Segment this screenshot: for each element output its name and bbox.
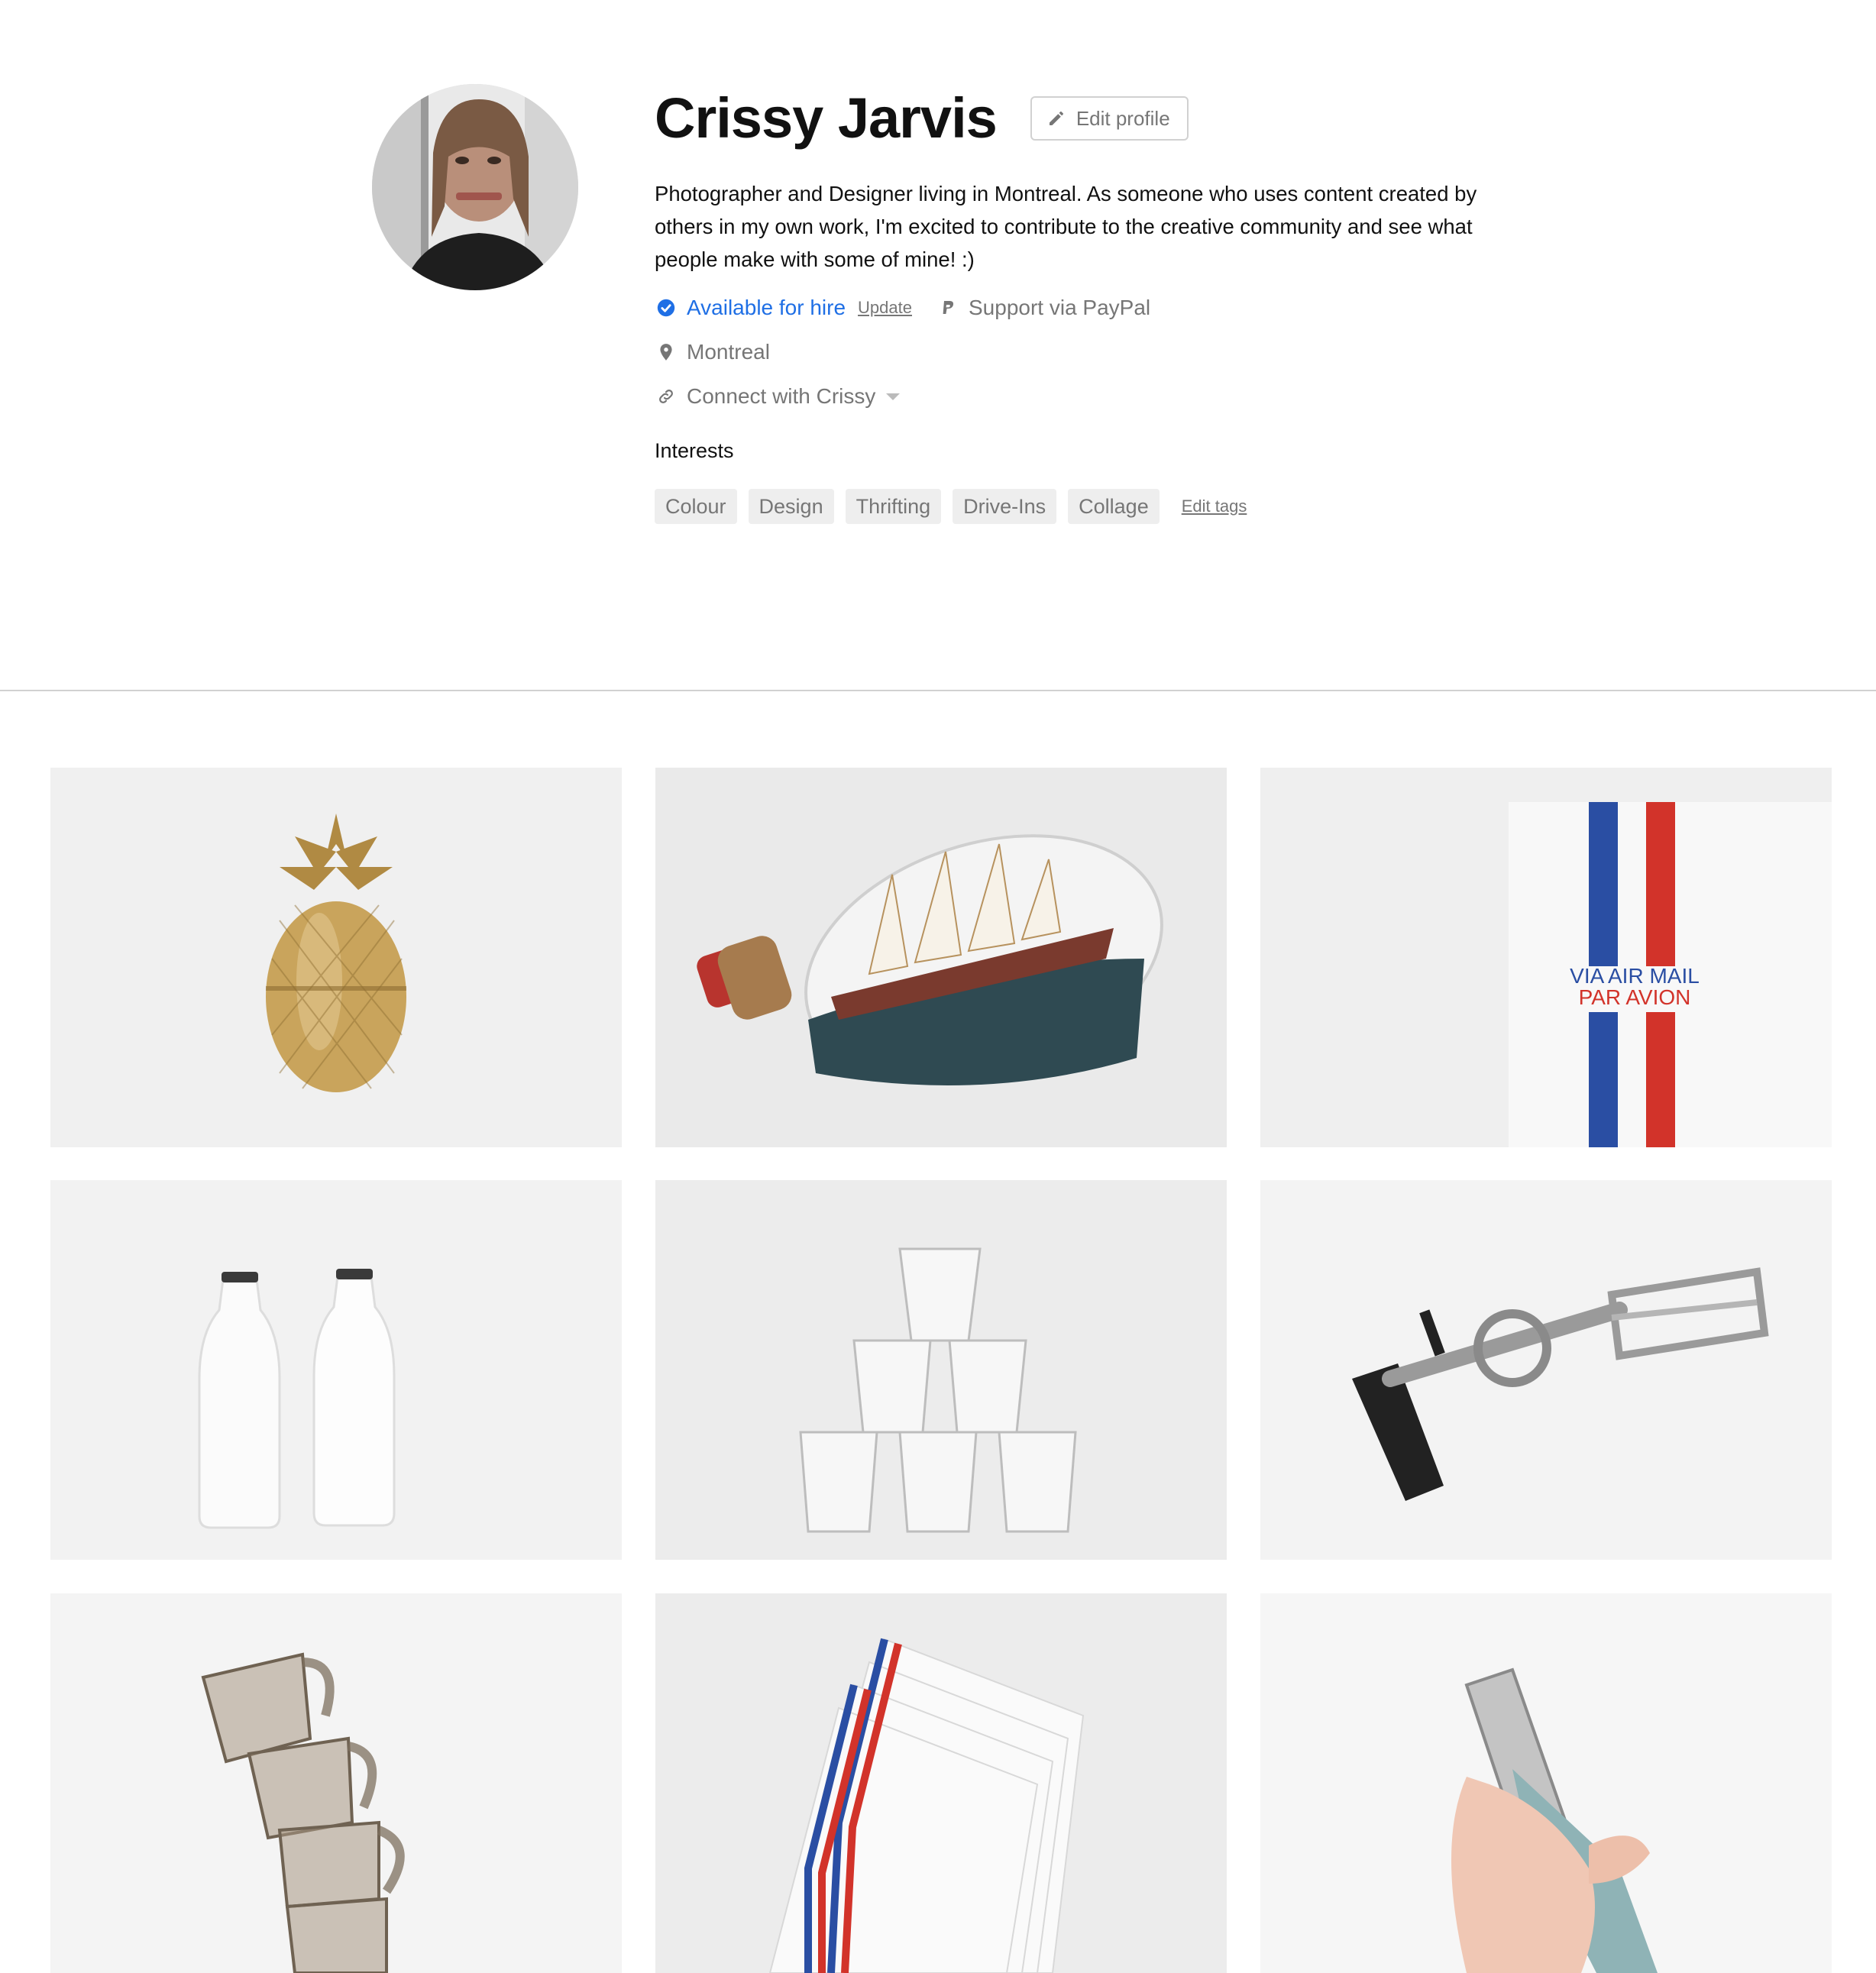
paypal-icon	[936, 296, 959, 319]
section-divider	[0, 690, 1876, 691]
paypal-label: Support via PayPal	[969, 296, 1151, 319]
stacked-glasses-photo	[655, 1180, 1227, 1560]
photo-tile-pineapple[interactable]	[50, 768, 622, 1147]
paypal-link[interactable]: Support via PayPal	[936, 296, 1150, 320]
location-text: Montreal	[687, 340, 770, 364]
tag-collage[interactable]: Collage	[1068, 489, 1160, 524]
egg-beater-photo	[1260, 1180, 1832, 1560]
connect-label: Connect with Crissy	[687, 384, 876, 408]
location-pin-icon	[655, 341, 678, 364]
tag-design[interactable]: Design	[748, 489, 834, 524]
location-row: Montreal	[655, 337, 1510, 367]
pineapple-photo	[50, 768, 622, 1147]
photo-tile-airmail[interactable]: VIA AIR MAIL PAR AVION	[1260, 768, 1832, 1147]
profile-info: Crissy Jarvis Edit profile Photographer …	[655, 84, 1510, 524]
update-link[interactable]: Update	[858, 298, 912, 318]
verified-check-icon	[655, 296, 678, 319]
photo-tile-glasses[interactable]	[655, 1180, 1227, 1560]
profile-header: Crissy Jarvis Edit profile Photographer …	[0, 0, 1876, 690]
connect-dropdown[interactable]: Connect with Crissy	[655, 384, 901, 409]
avatar[interactable]	[372, 84, 578, 290]
profile-name: Crissy Jarvis	[655, 86, 998, 150]
pencil-icon	[1049, 112, 1063, 125]
milk-bottles-photo	[50, 1180, 622, 1560]
hire-row: Available for hire Update Support via Pa…	[655, 293, 1510, 323]
ship-in-bottle-photo	[655, 768, 1227, 1147]
edit-profile-label: Edit profile	[1075, 106, 1170, 130]
connect-row: Connect with Crissy	[655, 381, 1510, 412]
edit-profile-button[interactable]: Edit profile	[1030, 96, 1189, 141]
interest-tags: Colour Design Thrifting Drive-Ins Collag…	[655, 489, 1510, 524]
photo-tile-ship-bottle[interactable]	[655, 768, 1227, 1147]
photo-tile-glass-mugs[interactable]	[50, 1593, 622, 1973]
airmail-envelopes-photo	[655, 1593, 1227, 1973]
tag-drive-ins[interactable]: Drive-Ins	[953, 489, 1057, 524]
airmail-text-2: PAR AVION	[1579, 985, 1691, 1009]
photo-tile-envelopes[interactable]	[655, 1593, 1227, 1973]
tag-colour[interactable]: Colour	[655, 489, 737, 524]
hole-punch-photo	[1260, 1593, 1832, 1973]
name-row: Crissy Jarvis Edit profile	[655, 84, 1510, 153]
glass-mugs-photo	[50, 1593, 622, 1973]
tag-thrifting[interactable]: Thrifting	[845, 489, 942, 524]
avatar-photo	[372, 84, 578, 290]
interests-heading: Interests	[655, 439, 734, 462]
profile-bio: Photographer and Designer living in Mont…	[655, 182, 1477, 271]
airmail-text-1: VIA AIR MAIL	[1570, 964, 1700, 988]
chevron-down-icon	[886, 393, 901, 400]
photo-tile-milk-bottles[interactable]	[50, 1180, 622, 1560]
hire-status[interactable]: Available for hire	[687, 296, 846, 320]
photo-tile-egg-beater[interactable]	[1260, 1180, 1832, 1560]
edit-tags-link[interactable]: Edit tags	[1182, 496, 1247, 516]
link-icon	[655, 385, 678, 408]
photo-tile-hole-punch[interactable]	[1260, 1593, 1832, 1973]
airmail-envelope-photo: VIA AIR MAIL PAR AVION	[1260, 768, 1832, 1147]
